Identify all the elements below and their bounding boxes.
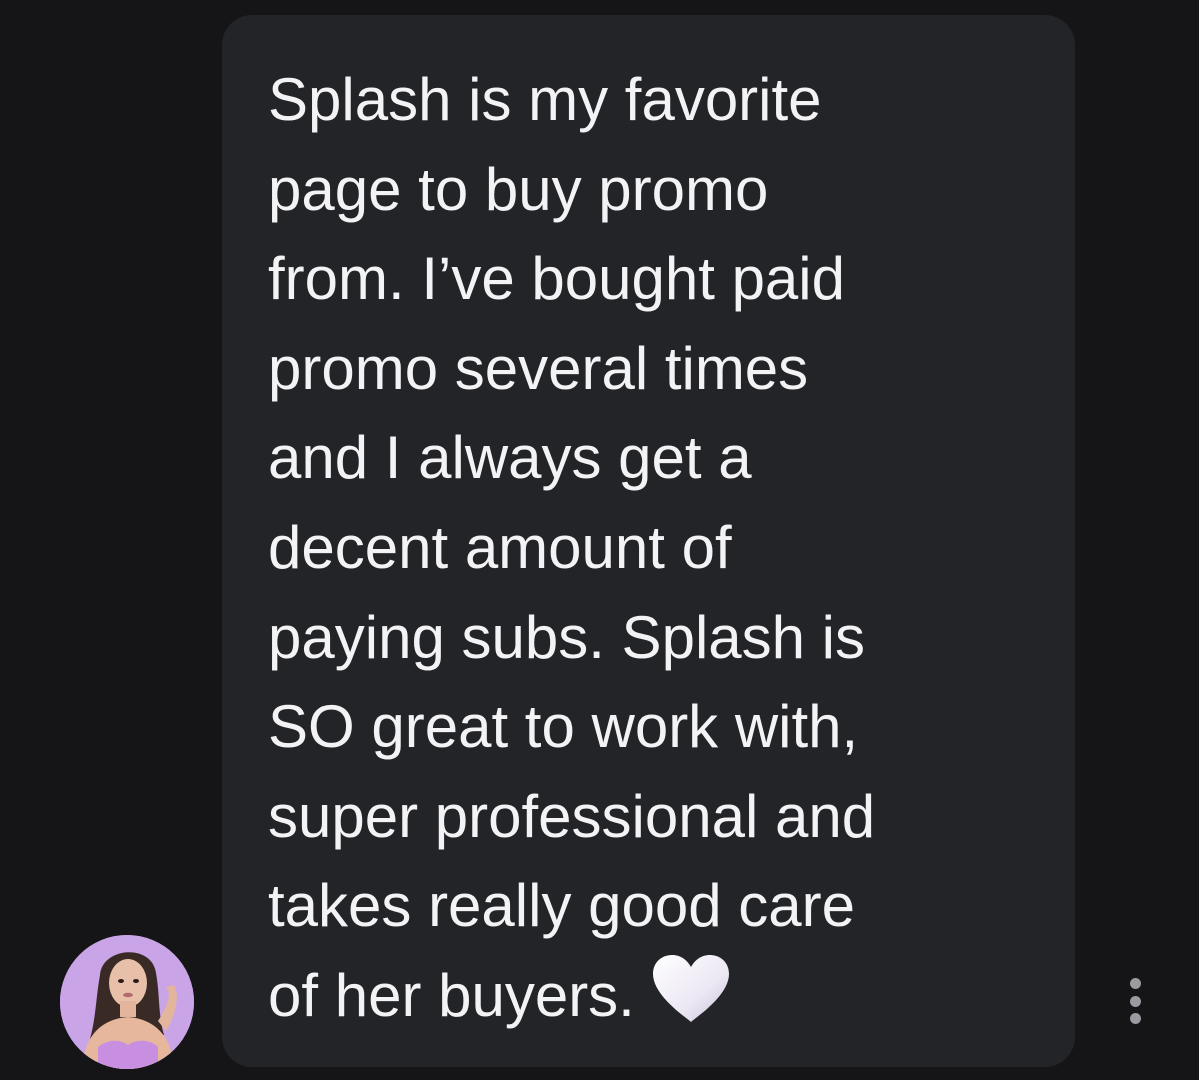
message-line: takes really good care bbox=[268, 872, 855, 940]
message-line: page to buy promo bbox=[268, 155, 769, 223]
vertical-ellipsis-icon bbox=[1129, 978, 1141, 989]
message-text: Splash is my favorite page to buy promo … bbox=[268, 55, 1035, 1049]
chat-screen: Splash is my favorite page to buy promo … bbox=[0, 0, 1199, 1080]
vertical-ellipsis-icon bbox=[1129, 1013, 1141, 1024]
message-line: super professional and bbox=[268, 782, 876, 850]
message-line: promo several times bbox=[268, 334, 809, 402]
message-line: of her buyers. bbox=[268, 961, 635, 1029]
message-line: Splash is my favorite bbox=[268, 66, 822, 133]
message-line: and I always get a bbox=[268, 424, 752, 492]
vertical-ellipsis-icon bbox=[1129, 995, 1141, 1007]
message-line: decent amount of bbox=[268, 513, 732, 581]
message-line: from. I’ve bought paid bbox=[268, 245, 846, 313]
message-last-line: of her buyers. bbox=[268, 951, 1035, 1049]
message-bubble[interactable]: Splash is my favorite page to buy promo … bbox=[222, 15, 1075, 1067]
more-options-button[interactable] bbox=[1124, 978, 1146, 1024]
white-heart-icon bbox=[649, 952, 733, 1049]
message-line: paying subs. Splash is bbox=[268, 603, 866, 671]
sender-avatar[interactable] bbox=[60, 935, 194, 1069]
message-line: SO great to work with, bbox=[268, 693, 859, 761]
